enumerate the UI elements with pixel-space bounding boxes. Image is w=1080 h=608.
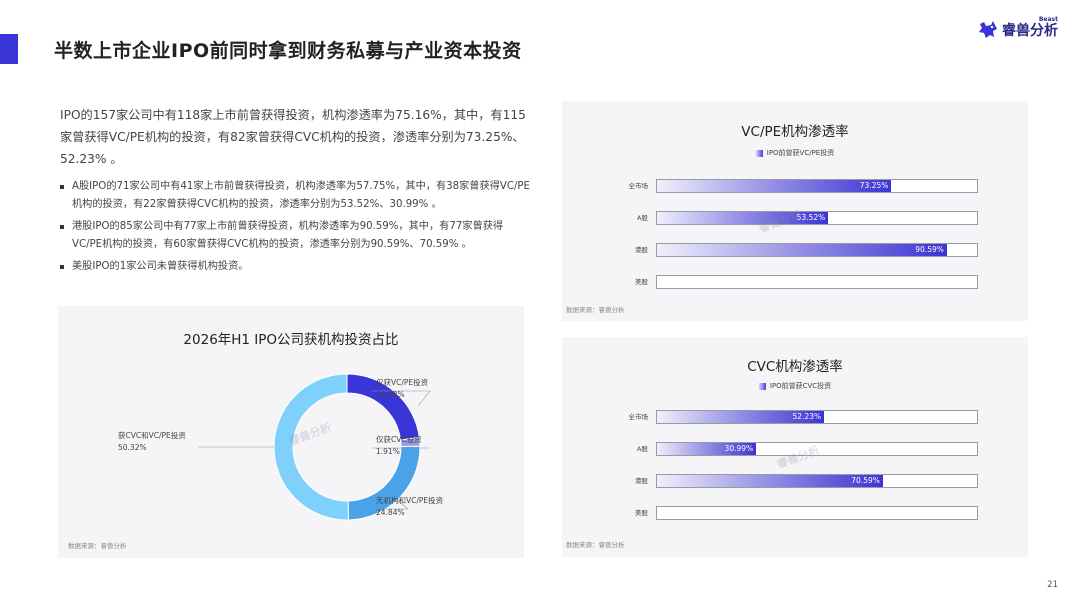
vcpe-chart-title: VC/PE机构渗透率	[741, 124, 849, 140]
vcpe-bar-value-label: 90.59%	[915, 245, 944, 254]
cvc-legend: IPO前曾获CVC投资	[562, 381, 1028, 391]
summary-paragraph: IPO的157家公司中有118家上市前曾获得投资，机构渗透率为75.16%，其中…	[60, 108, 526, 166]
donut-label-cvc-only-name: 仅获CVC投资	[376, 435, 422, 444]
donut-label-vcpe-only-value: 22.93%	[376, 390, 405, 399]
vcpe-bar-value-label: 73.25%	[859, 181, 889, 190]
vcpe-bar-row: 全市场 73.25%	[562, 176, 1028, 196]
cvc-bar: 70.59%	[657, 475, 883, 487]
cvc-bar-row: 全市场 52.23%	[562, 407, 1028, 427]
source-note: 数据来源：睿兽分析	[68, 542, 127, 550]
cvc-chart-panel: CVC机构渗透率 IPO前曾获CVC投资 全市场 52.23% A股 30.99% 港股…	[562, 337, 1028, 557]
beast-logo-icon	[979, 21, 997, 38]
cvc-chart-title: CVC机构渗透率	[747, 359, 843, 375]
brand-logo: 睿兽分析 Beast	[978, 16, 1058, 40]
cvc-category-label: A股	[637, 445, 648, 453]
donut-label-both-name: 获CVC和VC/PE投资	[118, 431, 186, 440]
cvc-legend-swatch	[758, 382, 766, 390]
cvc-bar-value-label: 52.23%	[792, 412, 822, 421]
cvc-bar-value-label: 70.59%	[851, 476, 880, 485]
cvc-category-label: 全市场	[628, 413, 649, 421]
cvc-legend-label: IPO前曾获CVC投资	[769, 382, 832, 390]
cvc-bar-row: 港股 70.59%	[562, 471, 1028, 491]
donut-label-vcpe-only: 仅获VC/PE投资 22.93%	[376, 377, 428, 401]
cvc-bar: 30.99%	[657, 443, 757, 455]
donut-label-none: 无机构和VC/PE投资 24.84%	[376, 495, 443, 519]
cvc-bar-area: 全市场 52.23% A股 30.99% 港股 70.59% 美股	[562, 407, 1028, 527]
vcpe-bar-track: 73.25%	[656, 179, 978, 193]
donut-label-cvc-only: 仅获CVC投资 1.91%	[376, 434, 422, 458]
donut-slice-both	[273, 373, 349, 521]
vcpe-legend-swatch	[755, 149, 763, 157]
source-note: 数据来源：睿兽分析	[566, 541, 625, 549]
vcpe-legend-label: IPO前曾获VC/PE投资	[766, 149, 835, 157]
vcpe-bar-track	[656, 275, 978, 289]
cvc-category-label: 美股	[635, 509, 648, 517]
vcpe-category-label: 全市场	[628, 182, 649, 190]
logo-text: 睿兽分析	[1002, 23, 1058, 39]
vcpe-category-label: A股	[637, 214, 648, 222]
cvc-bar-track: 52.23%	[656, 410, 978, 424]
vcpe-bar: 90.59%	[657, 244, 947, 256]
vcpe-bar-track: 90.59%	[656, 243, 978, 257]
donut-label-cvc-only-value: 1.91%	[376, 447, 400, 456]
bullet-hk-share: 港股IPO的85家公司中有77家上市前曾获得投资，机构渗透率为90.59%，其中…	[60, 218, 530, 254]
donut-label-vcpe-only-name: 仅获VC/PE投资	[376, 378, 429, 387]
cvc-category-label: 港股	[635, 477, 648, 485]
source-note: 数据来源：睿兽分析	[566, 306, 625, 314]
cvc-bar-value-label: 30.99%	[724, 444, 754, 453]
cvc-bar: 52.23%	[657, 411, 825, 423]
donut-label-none-name: 无机构和VC/PE投资	[376, 496, 444, 505]
cvc-bar-track	[656, 506, 978, 520]
vcpe-legend: IPO前曾获VC/PE投资	[562, 148, 1028, 158]
page-number: 21	[1047, 580, 1058, 590]
vcpe-category-label: 港股	[635, 246, 648, 254]
bullet-list: A股IPO的71家公司中有41家上市前曾获得投资，机构渗透率为57.75%，其中…	[60, 178, 530, 280]
donut-chart-panel: 2026年H1 IPO公司获机构投资占比 仅获VC/PE投资 22.93% 仅获…	[58, 306, 524, 558]
title-accent-bar	[0, 34, 18, 64]
cvc-bar-track: 70.59%	[656, 474, 978, 488]
donut-label-both: 获CVC和VC/PE投资 50.32%	[118, 430, 186, 454]
cvc-bar-row: 美股	[562, 503, 1028, 523]
logo-superscript: Beast	[1038, 16, 1058, 23]
page-title: 半数上市企业IPO前同时拿到财务私募与产业资本投资	[54, 40, 522, 62]
vcpe-bar-row: 美股	[562, 272, 1028, 292]
vcpe-chart-panel: VC/PE机构渗透率 IPO前曾获VC/PE投资 全市场 73.25% A股 53.5…	[562, 101, 1028, 321]
donut-label-both-value: 50.32%	[118, 443, 147, 452]
vcpe-bar: 73.25%	[657, 180, 892, 192]
bullet-us-share: 美股IPO的1家公司未曾获得机构投资。	[60, 258, 530, 276]
donut-label-none-value: 24.84%	[376, 508, 405, 517]
vcpe-bar-track: 53.52%	[656, 211, 978, 225]
vcpe-bar-row: 港股 90.59%	[562, 240, 1028, 260]
vcpe-category-label: 美股	[635, 278, 648, 286]
vcpe-bar-area: 全市场 73.25% A股 53.52% 港股 90.59% 美股	[562, 176, 1028, 296]
bullet-a-share: A股IPO的71家公司中有41家上市前曾获得投资，机构渗透率为57.75%，其中…	[60, 178, 530, 214]
